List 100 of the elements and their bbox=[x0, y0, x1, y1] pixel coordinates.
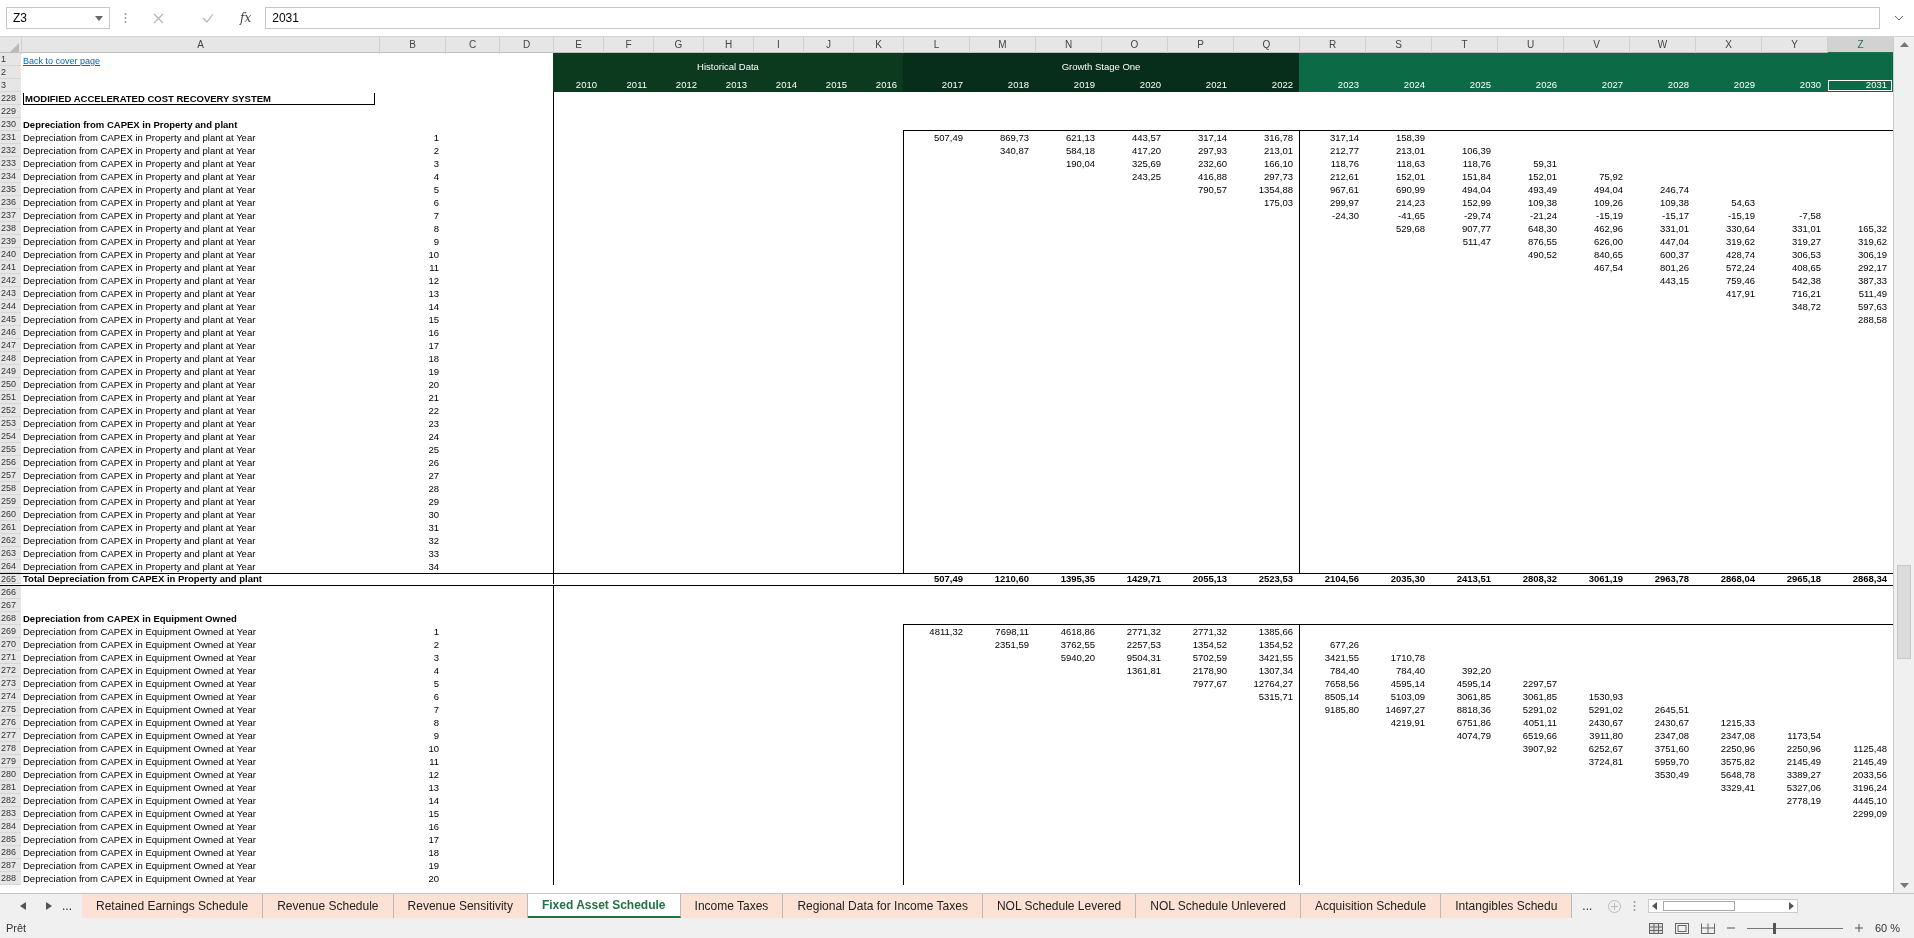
row-header[interactable]: 238 bbox=[0, 222, 21, 235]
year-cell[interactable]: 2029 bbox=[1695, 79, 1761, 92]
year-cell[interactable]: 2023 bbox=[1299, 79, 1365, 92]
page-layout-icon[interactable] bbox=[1674, 922, 1689, 934]
row-header[interactable]: 256 bbox=[0, 456, 21, 469]
row-header[interactable]: 277 bbox=[0, 729, 21, 742]
row-header[interactable]: 263 bbox=[0, 547, 21, 560]
row-header[interactable]: 286 bbox=[0, 846, 21, 859]
year-cell[interactable]: 2021 bbox=[1167, 79, 1233, 92]
year-cell[interactable]: 2025 bbox=[1431, 79, 1497, 92]
row-header[interactable]: 237 bbox=[0, 209, 21, 222]
row-header[interactable]: 262 bbox=[0, 534, 21, 547]
zoom-in-icon[interactable] bbox=[1854, 924, 1863, 932]
row-header[interactable]: 266 bbox=[0, 586, 21, 599]
vertical-scrollbar[interactable] bbox=[1893, 37, 1914, 893]
row-header[interactable]: 239 bbox=[0, 235, 21, 248]
column-header[interactable]: C bbox=[445, 37, 499, 54]
sheet-tab[interactable]: NOL Schedule Levered bbox=[982, 894, 1137, 918]
insert-function-button[interactable]: fx bbox=[240, 11, 252, 25]
formula-input[interactable]: 2031 bbox=[265, 7, 1880, 29]
row-header[interactable]: 251 bbox=[0, 391, 21, 404]
row-header[interactable]: 275 bbox=[0, 703, 21, 716]
expand-icon[interactable] bbox=[1894, 15, 1904, 21]
sheet-tab[interactable]: Revenue Sensitivity bbox=[393, 894, 528, 918]
row-header[interactable]: 259 bbox=[0, 495, 21, 508]
row-header[interactable]: 234 bbox=[0, 170, 21, 183]
row-header[interactable]: 255 bbox=[0, 443, 21, 456]
year-cell[interactable]: 2011 bbox=[603, 79, 653, 92]
row-header[interactable]: 270 bbox=[0, 638, 21, 651]
sheet-tab[interactable]: Revenue Schedule bbox=[263, 894, 394, 918]
row-header[interactable]: 273 bbox=[0, 677, 21, 690]
scroll-right-icon[interactable] bbox=[1789, 902, 1795, 910]
zoom-level[interactable]: 60 % bbox=[1874, 922, 1900, 934]
row-header[interactable]: 260 bbox=[0, 508, 21, 521]
scroll-up-icon[interactable] bbox=[1899, 42, 1909, 47]
scroll-thumb[interactable] bbox=[1897, 565, 1911, 660]
year-cell[interactable]: 2017 bbox=[903, 79, 969, 92]
year-cell[interactable]: 2031 bbox=[1827, 79, 1893, 92]
row-header[interactable]: 229 bbox=[0, 105, 21, 118]
scroll-down-icon[interactable] bbox=[1899, 883, 1909, 888]
row-header[interactable]: 240 bbox=[0, 248, 21, 261]
year-cell[interactable]: 2015 bbox=[803, 79, 853, 92]
row-header[interactable]: 253 bbox=[0, 417, 21, 430]
more-sheets-button[interactable]: ... bbox=[1582, 899, 1593, 913]
row-header[interactable]: 244 bbox=[0, 300, 21, 313]
column-header[interactable]: B bbox=[379, 37, 445, 54]
row-header[interactable]: 261 bbox=[0, 521, 21, 534]
row-header[interactable]: 250 bbox=[0, 378, 21, 391]
row-header[interactable]: 258 bbox=[0, 482, 21, 495]
row-header[interactable]: 281 bbox=[0, 781, 21, 794]
sheet-tab[interactable]: Retained Earnings Schedule bbox=[82, 894, 264, 918]
row-header[interactable]: 245 bbox=[0, 313, 21, 326]
sheet-tab[interactable]: Acquisition Schedule bbox=[1300, 894, 1442, 918]
row-header[interactable]: 274 bbox=[0, 690, 21, 703]
row-header[interactable]: 287 bbox=[0, 859, 21, 872]
page-break-icon[interactable] bbox=[1700, 922, 1715, 934]
zoom-slider[interactable] bbox=[1772, 922, 1776, 934]
row-header[interactable]: 241 bbox=[0, 261, 21, 274]
row-header[interactable]: 233 bbox=[0, 157, 21, 170]
next-sheet-icon[interactable] bbox=[46, 902, 52, 910]
row-header[interactable]: 235 bbox=[0, 183, 21, 196]
horizontal-scrollbar[interactable] bbox=[1648, 899, 1799, 913]
year-cell[interactable]: 2027 bbox=[1563, 79, 1629, 92]
row-header[interactable]: 271 bbox=[0, 651, 21, 664]
row-header[interactable]: 236 bbox=[0, 196, 21, 209]
previous-sheet-icon[interactable] bbox=[20, 902, 26, 910]
row-header[interactable]: 288 bbox=[0, 872, 21, 885]
sheet-tab[interactable]: Income Taxes bbox=[680, 894, 784, 918]
row-header[interactable]: 257 bbox=[0, 469, 21, 482]
sheet-tab[interactable]: Intangibles Schedu bbox=[1441, 894, 1573, 918]
year-cell[interactable]: 2014 bbox=[753, 79, 803, 92]
year-cell[interactable]: 2022 bbox=[1233, 79, 1299, 92]
cover-page-link[interactable]: Back to cover page bbox=[23, 56, 101, 66]
row-header[interactable]: 247 bbox=[0, 339, 21, 352]
zoom-out-icon[interactable] bbox=[1726, 924, 1735, 932]
year-cell[interactable]: 2019 bbox=[1035, 79, 1101, 92]
year-cell[interactable]: 2010 bbox=[553, 79, 603, 92]
row-header[interactable]: 280 bbox=[0, 768, 21, 781]
row-header[interactable]: 283 bbox=[0, 807, 21, 820]
row-header[interactable]: 242 bbox=[0, 274, 21, 287]
row-header[interactable]: 269 bbox=[0, 625, 21, 638]
row-header[interactable]: 243 bbox=[0, 287, 21, 300]
row-header[interactable]: 279 bbox=[0, 755, 21, 768]
year-cell[interactable]: 2028 bbox=[1629, 79, 1695, 92]
row-header[interactable]: 267 bbox=[0, 599, 21, 612]
row-header[interactable]: 268 bbox=[0, 612, 21, 625]
row-header[interactable]: 249 bbox=[0, 365, 21, 378]
year-cell[interactable]: 2012 bbox=[653, 79, 703, 92]
cancel-icon[interactable] bbox=[153, 12, 164, 24]
row-header[interactable]: 276 bbox=[0, 716, 21, 729]
sheet-tab[interactable]: Fixed Asset Schedule bbox=[527, 894, 681, 918]
year-cell[interactable]: 2016 bbox=[853, 79, 903, 92]
row-header[interactable]: 248 bbox=[0, 352, 21, 365]
row-header[interactable]: 265 bbox=[0, 574, 21, 584]
scroll-thumb[interactable] bbox=[1663, 901, 1736, 911]
name-box[interactable]: Z3 bbox=[6, 7, 110, 29]
row-header[interactable]: 2 bbox=[0, 66, 21, 79]
row-header[interactable]: 246 bbox=[0, 326, 21, 339]
row-header[interactable]: 264 bbox=[0, 560, 21, 573]
sheet-tab[interactable]: NOL Schedule Unlevered bbox=[1136, 894, 1301, 918]
